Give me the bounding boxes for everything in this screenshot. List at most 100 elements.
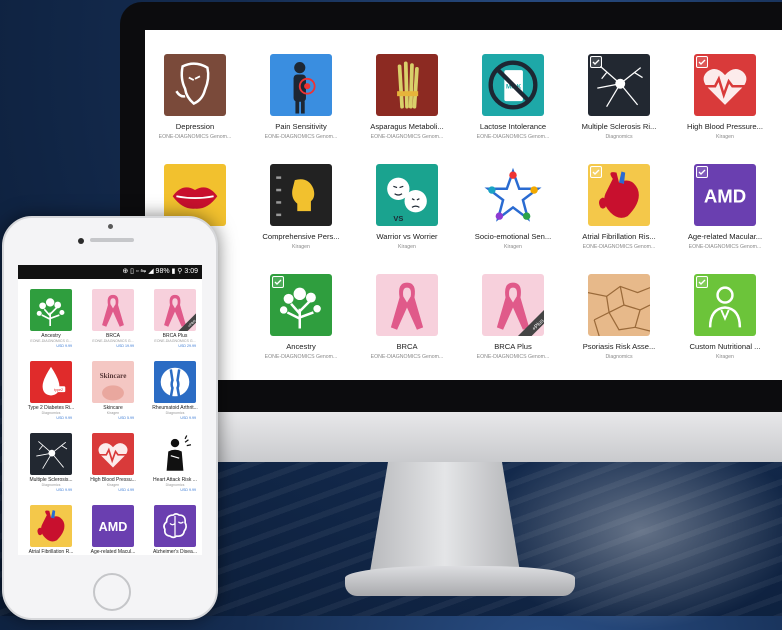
desktop-app-tile[interactable]: Custom Nutritional ... Kiragen [675, 274, 781, 380]
monitor-base [345, 566, 575, 596]
phone-app-tile[interactable]: Rheumatoid Arthrit... Diagnomics USD 9.99 [144, 361, 202, 429]
skincare-icon: Skincare [92, 361, 134, 403]
app-name: Comprehensive Pers... [262, 232, 340, 241]
app-publisher: Kiragen [504, 244, 522, 250]
app-price: USD 9.99 [56, 488, 72, 492]
desktop-app-tile[interactable]: VS Warrior vs Worrier Kiragen [357, 164, 463, 274]
pain-body-icon [270, 54, 332, 116]
phone-status-bar: ⊕ ▯ ▫ ⇋ ◢ 98% ▮ ⚲ 3:09 [18, 265, 202, 279]
home-button[interactable] [93, 573, 131, 611]
app-publisher: Kiragen [106, 411, 120, 415]
app-publisher: Kiragen [398, 244, 416, 250]
warrior-worrier-icon: VS [376, 164, 438, 226]
desktop-app-tile[interactable]: High Blood Pressure... Kiragen [675, 54, 781, 164]
phone-app-tile[interactable]: Multiple Sclerosis... Diagnomics USD 9.99 [20, 433, 80, 501]
desktop-app-tile[interactable]: Psoriasis Risk Asse... Diagnomics [569, 274, 675, 380]
app-name: Asparagus Metaboli... [370, 122, 444, 131]
phone-app-tile[interactable]: Heart Attack Risk ... Diagnomics USD 9.99 [144, 433, 202, 501]
check-badge-icon [272, 276, 284, 288]
phone-app-tile[interactable]: Alzheimer's Disea... [144, 505, 202, 555]
heart-anatomy-icon [30, 505, 72, 547]
knee-joint-icon [154, 361, 196, 403]
depression-face-icon [164, 54, 226, 116]
app-publisher: Kiragen [716, 354, 734, 360]
app-name: Pain Sensitivity [275, 122, 327, 131]
app-name: Atrial Fibrillation R... [28, 549, 74, 555]
phone-sensor [108, 224, 113, 229]
app-publisher: EONE-DIAGNOMICS Genom... [688, 244, 762, 250]
desktop-screen: Depression EONE-DIAGNOMICS Genom... Pain S… [145, 30, 782, 380]
desktop-app-tile[interactable]: MILK Lactose Intolerance EONE-DIAGNOMICS G… [463, 54, 569, 164]
desktop-app-tile[interactable]: +Plus BRCA Plus EONE-DIAGNOMICS Genom... [463, 274, 569, 380]
app-publisher: Diagnomics [605, 354, 633, 360]
phone-app-tile[interactable]: AMD Age-related Macul... [82, 505, 142, 555]
desktop-app-tile[interactable]: Depression EONE-DIAGNOMICS Genom... [145, 54, 251, 164]
app-publisher: EONE-DIAGNOMICS G... [92, 339, 134, 343]
heart-pulse-icon [92, 433, 134, 475]
app-publisher: EONE-DIAGNOMICS Genom... [264, 134, 338, 140]
desktop-app-tile[interactable]: Asparagus Metaboli... EONE-DIAGNOMICS Gen… [357, 54, 463, 164]
app-name: High Blood Pressure... [687, 122, 763, 131]
phone-app-tile[interactable]: Atrial Fibrillation R... [20, 505, 80, 555]
pink-ribbon-icon [376, 274, 438, 336]
app-price: USD 19.99 [116, 344, 134, 348]
app-publisher: Kiragen [716, 134, 734, 140]
desktop-app-grid: Depression EONE-DIAGNOMICS Genom... Pain S… [145, 30, 782, 380]
app-name: Alzheimer's Disea... [152, 549, 198, 555]
star-people-icon [482, 164, 544, 226]
app-publisher: Diagnomics [165, 411, 185, 415]
tree-icon [270, 274, 332, 336]
app-publisher: Diagnomics [165, 483, 185, 487]
phone-app-tile[interactable]: Skincare Skincare Kiragen USD 5.99 [82, 361, 142, 429]
app-price: USD 9.99 [56, 344, 72, 348]
app-publisher: Diagnomics [41, 483, 61, 487]
app-name: BRCA Plus [494, 342, 532, 351]
monitor-stand [370, 462, 520, 572]
tree-icon [30, 289, 72, 331]
check-badge-icon [696, 166, 708, 178]
app-name: Warrior vs Worrier [376, 232, 438, 241]
svg-text:AMD: AMD [704, 185, 746, 206]
phone-screen: ⊕ ▯ ▫ ⇋ ◢ 98% ▮ ⚲ 3:09 Ancestry EONE-DIAG… [18, 265, 202, 555]
phone-app-tile[interactable]: +Plus BRCA Plus EONE-DIAGNOMICS G... USD 29… [144, 289, 202, 357]
desktop-app-tile[interactable]: Atrial Fibrillation Ris... EONE-DIAGNOMIC… [569, 164, 675, 274]
desktop-app-tile[interactable]: Comprehensive Pers... Kiragen [251, 164, 357, 274]
app-publisher: EONE-DIAGNOMICS Genom... [158, 134, 232, 140]
phone-app-tile[interactable]: type2 Type 2 Diabetes Ri... Diagnomics USD … [20, 361, 80, 429]
app-price: USD 5.99 [118, 416, 134, 420]
phone-app-tile[interactable]: Ancestry EONE-DIAGNOMICS G... USD 9.99 [20, 289, 80, 357]
head-profile-icon [270, 164, 332, 226]
desktop-app-tile[interactable]: Multiple Sclerosis Ri... Diagnomics [569, 54, 675, 164]
app-publisher: Diagnomics [41, 411, 61, 415]
desktop-app-tile[interactable]: Pain Sensitivity EONE-DIAGNOMICS Genom... [251, 54, 357, 164]
check-badge-icon [696, 56, 708, 68]
desktop-app-tile[interactable]: Ancestry EONE-DIAGNOMICS Genom... [251, 274, 357, 380]
phone-app-tile[interactable]: BRCA EONE-DIAGNOMICS G... USD 19.99 [82, 289, 142, 357]
app-name: Atrial Fibrillation Ris... [582, 232, 656, 241]
phone-device: ⊕ ▯ ▫ ⇋ ◢ 98% ▮ ⚲ 3:09 Ancestry EONE-DIAG… [2, 216, 218, 620]
app-publisher: EONE-DIAGNOMICS Genom... [370, 354, 444, 360]
no-milk-icon: MILK [482, 54, 544, 116]
app-price: USD 9.99 [56, 416, 72, 420]
app-publisher: EONE-DIAGNOMICS Genom... [582, 244, 656, 250]
heart-pulse-icon [694, 54, 756, 116]
app-name: Age-related Macul... [90, 549, 136, 555]
neuron-icon [30, 433, 72, 475]
app-name: Multiple Sclerosis Ri... [581, 122, 657, 131]
app-name: BRCA [396, 342, 418, 351]
app-publisher: EONE-DIAGNOMICS Genom... [476, 134, 550, 140]
app-name: Custom Nutritional ... [689, 342, 761, 351]
phone-app-tile[interactable]: High Blood Pressu... Kiragen USD 4.99 [82, 433, 142, 501]
brain-icon [154, 505, 196, 547]
app-publisher: EONE-DIAGNOMICS Genom... [370, 134, 444, 140]
desktop-app-tile[interactable]: Socio-emotional Sen... Kiragen [463, 164, 569, 274]
app-name: Socio-emotional Sen... [474, 232, 552, 241]
cracked-skin-icon [588, 274, 650, 336]
phone-speaker [90, 238, 134, 242]
desktop-app-tile[interactable]: BRCA EONE-DIAGNOMICS Genom... [357, 274, 463, 380]
amd-text-icon: AMD [694, 164, 756, 226]
desktop-app-tile[interactable]: AMD Age-related Macular... EONE-DIAGNOMICS… [675, 164, 781, 274]
neuron-icon [588, 54, 650, 116]
app-publisher: Kiragen [292, 244, 310, 250]
app-price: USD 9.99 [180, 488, 196, 492]
